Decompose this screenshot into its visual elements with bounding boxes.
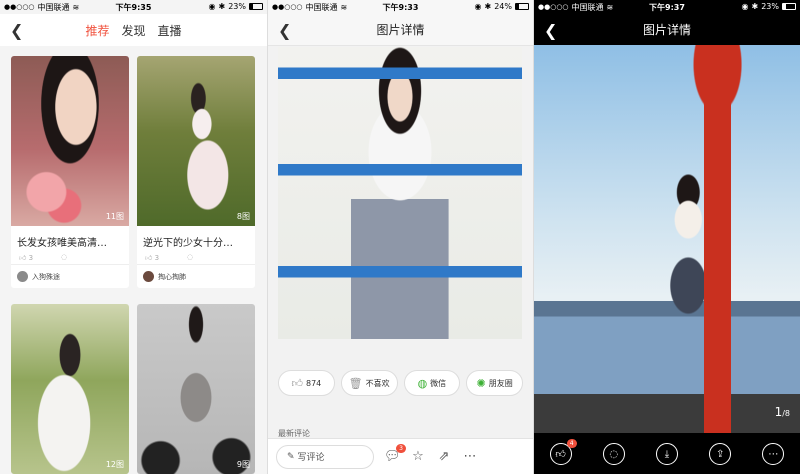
author-name: 掏心掏肺 [158,272,186,281]
comment-icon[interactable]: ◌ [187,253,193,262]
image-count: 11图 [105,212,124,221]
comment-button[interactable]: ◌ [602,443,625,465]
bottom-bar: ✎ 写评论 💬︎ 3 ☆ ⇗ ⋯ [268,438,533,474]
like-count: 3 [154,254,160,262]
signal-icon: ●●○○○ [4,3,35,11]
back-icon[interactable]: ❮ [544,21,557,40]
like-count: 3 [28,254,34,262]
image-count: 12图 [105,460,124,469]
card-author[interactable]: 掏心掏肺 [137,264,255,288]
image-count: 9图 [236,460,250,469]
back-icon[interactable]: ❮ [278,21,291,40]
trash-icon: 🗑︎ [348,376,363,390]
pencil-icon: ✎ [287,451,295,462]
bluetooth-icon: ✱ [218,2,226,11]
card-author[interactable]: 入狗殊途 [11,264,129,288]
card-title: 长发女孩唯美高清… [17,238,107,249]
battery-percent: 24% [494,2,512,11]
detail-photo[interactable] [278,47,522,339]
action-row: 👍︎ 874 🗑︎ 不喜欢 ◍ 微信 ✺ 朋友圈 [268,370,533,396]
top-nav: ❮ 图片详情 [268,14,533,46]
card-image: 11图 [11,56,129,226]
moments-icon: ✺ [476,376,486,390]
gallery-card[interactable]: 9图 [137,304,255,474]
wifi-icon: ≋ [606,2,614,12]
share-icon[interactable]: ⇗ [436,449,452,464]
viewer-toolbar: 👍︎ 4 ◌ ⤓ ⇪ ⋯ [534,434,800,474]
card-title: 逆光下的少女十分… [143,238,233,249]
tab-live[interactable]: 直播 [158,22,182,39]
clock: 下午9:33 [382,2,419,12]
battery-icon [782,3,796,10]
status-bar: ●●○○○ 中国联通 ≋ 下午9:33 ◉ ✱ 24% [268,0,533,14]
comment-count-badge: 3 [396,444,406,453]
wechat-share-button[interactable]: ◍ 微信 [403,370,461,396]
thumbs-up-icon: 👍︎ [291,376,303,390]
battery-percent: 23% [761,2,779,11]
page-indicator: 1/8 [774,405,790,419]
share-icon[interactable]: ⇪ [709,443,732,465]
tab-discover[interactable]: 发现 [121,22,145,39]
gallery-card[interactable]: 12图 [11,304,129,474]
avatar [143,271,154,282]
viewer-photo[interactable] [534,45,800,433]
avatar [17,271,28,282]
alarm-icon: ◉ [474,2,482,11]
like-button[interactable]: 👍︎ 4 [549,439,577,465]
carrier-label: 中国联通 [305,2,338,12]
bluetooth-icon: ✱ [484,2,492,11]
like-button[interactable]: 👍︎ 874 [278,370,335,396]
image-count: 8图 [236,212,250,221]
feed-screen: ●●○○○ 中国联通 ≋ 下午9:35 ◉ ✱ 23% ❮ 推荐 发现 直播 1… [0,0,267,474]
alarm-icon: ◉ [741,2,749,11]
dislike-button[interactable]: 🗑︎ 不喜欢 [340,370,398,396]
image-viewer-screen: ●●○○○ 中国联通 ≋ 下午9:37 ◉ ✱ 23% ❮ 图片详情 1/8 👍… [534,0,800,474]
card-image: 9图 [137,304,255,474]
page-title: 图片详情 [376,23,425,37]
thumbs-up-icon[interactable]: 👍︎ [145,254,152,262]
carrier-label: 中国联通 [37,2,70,12]
bluetooth-icon: ✱ [751,2,759,11]
clock: 下午9:37 [649,2,685,12]
clock: 下午9:35 [115,2,152,12]
tab-recommend[interactable]: 推荐 [85,22,109,39]
comment-icon[interactable]: ◌ [61,253,67,262]
detail-screen: ●●○○○ 中国联通 ≋ 下午9:33 ◉ ✱ 24% ❮ 图片详情 👍︎ 874… [268,0,533,474]
more-icon[interactable]: ⋯ [762,443,785,465]
page-title: 图片详情 [642,22,691,37]
download-icon[interactable]: ⤓ [655,443,678,465]
top-nav: ❮ 推荐 发现 直播 [0,14,267,46]
card-image: 8图 [137,56,255,226]
back-icon[interactable]: ❮ [10,21,23,40]
battery-icon [249,3,263,10]
gallery-card[interactable]: 11图 长发女孩唯美高清… 👍︎ 3 ◌ 入狗殊途 [11,56,129,288]
write-comment-input[interactable]: ✎ 写评论 [276,444,374,469]
carrier-label: 中国联通 [571,2,604,12]
thumbs-up-icon[interactable]: 👍︎ [19,254,26,262]
card-stats: 👍︎ 3 ◌ [11,251,129,264]
author-name: 入狗殊途 [32,272,60,281]
signal-icon: ●●○○○ [272,3,303,11]
status-bar: ●●○○○ 中国联通 ≋ 下午9:35 ◉ ✱ 23% [0,0,267,14]
battery-percent: 23% [228,2,246,11]
top-nav: ❮ 图片详情 [534,14,800,44]
card-stats: 👍︎ 3 ◌ [137,251,255,264]
battery-icon [515,3,529,10]
wifi-icon: ≋ [72,2,80,12]
star-icon[interactable]: ☆ [410,449,426,464]
card-image: 12图 [11,304,129,474]
moments-share-button[interactable]: ✺ 朋友圈 [466,370,523,396]
wechat-icon: ◍ [417,376,428,390]
signal-icon: ●●○○○ [538,3,569,11]
more-icon[interactable]: ⋯ [462,449,478,464]
comments-icon[interactable]: 💬︎ 3 [384,444,406,464]
like-count-badge: 4 [566,439,577,448]
alarm-icon: ◉ [208,2,216,11]
status-bar: ●●○○○ 中国联通 ≋ 下午9:37 ◉ ✱ 23% [534,0,800,14]
wifi-icon: ≋ [340,2,348,12]
gallery-card[interactable]: 8图 逆光下的少女十分… 👍︎ 3 ◌ 掏心掏肺 [137,56,255,288]
